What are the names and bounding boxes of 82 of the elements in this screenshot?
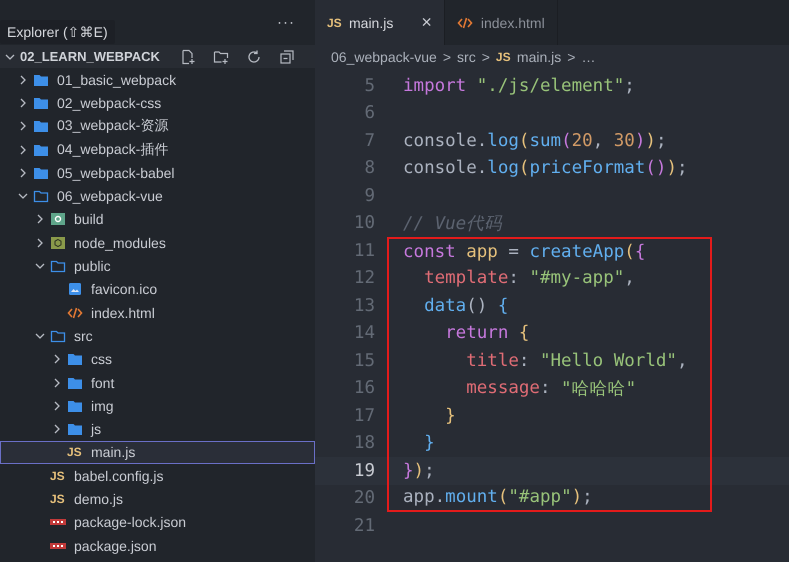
- line-number: 21: [352, 514, 375, 538]
- line-number: 8: [363, 157, 375, 180]
- folder-item[interactable]: img: [0, 394, 315, 418]
- line-number: 9: [363, 184, 375, 208]
- line-number: 13: [352, 294, 375, 318]
- file-item[interactable]: JS demo.js: [0, 487, 315, 511]
- file-item[interactable]: JS main.js: [0, 440, 315, 464]
- file-item[interactable]: index.html: [0, 300, 315, 324]
- breadcrumb-item[interactable]: 06_webpack-vue: [331, 49, 437, 65]
- folder-item[interactable]: node_modules: [0, 231, 315, 254]
- more-actions-button[interactable]: ···: [277, 14, 295, 31]
- folder-outline-icon: [50, 258, 66, 274]
- editor-tab[interactable]: JS main.js ×: [315, 0, 445, 45]
- folder-item[interactable]: css: [0, 348, 315, 371]
- folder-item[interactable]: build: [0, 208, 315, 232]
- tooltip: Explorer (⇧⌘E): [0, 20, 115, 44]
- npm-logo-icon: [50, 542, 66, 549]
- line-number: 18: [352, 432, 375, 456]
- folder-icon: [67, 351, 83, 368]
- line-number: 7: [363, 130, 375, 153]
- code-line: import "./js/element";: [402, 74, 636, 98]
- code-line: console.log(sum(20, 30));: [402, 130, 668, 153]
- image-icon: [67, 281, 83, 298]
- line-number: 19: [352, 460, 375, 483]
- file-item[interactable]: JS babel.config.js: [0, 464, 315, 488]
- breadcrumb-separator: >: [442, 49, 452, 65]
- code-line: title: "Hello World",: [387, 347, 712, 374]
- js-file-icon: JS: [67, 445, 83, 460]
- refresh-icon[interactable]: [246, 48, 262, 64]
- folder-outline-icon: [33, 188, 49, 204]
- line-number: 10: [352, 212, 375, 236]
- js-file-icon: JS: [327, 16, 343, 30]
- folder-item[interactable]: 05_webpack-babel: [0, 161, 315, 184]
- folder-item[interactable]: js: [0, 417, 315, 441]
- close-button[interactable]: ×: [421, 12, 432, 33]
- breadcrumb-item[interactable]: …: [581, 49, 596, 65]
- js-file-icon: JS: [496, 50, 512, 64]
- npm-logo-icon: [50, 519, 66, 526]
- folder-item[interactable]: 06_webpack-vue: [0, 184, 315, 208]
- line-number: 16: [352, 377, 375, 400]
- gear-folder-icon: [50, 211, 66, 228]
- breadcrumb-item[interactable]: src: [457, 49, 476, 65]
- code-line: template: "#my-app",: [387, 264, 712, 292]
- line-number: 17: [352, 404, 375, 428]
- file-item[interactable]: favicon.ico: [0, 278, 315, 301]
- code-line: const app = createApp({: [387, 237, 712, 264]
- code-line: message: "哈哈哈": [387, 374, 712, 402]
- folder-item[interactable]: 01_basic_webpack: [0, 68, 315, 92]
- code-line: // Vue代码: [402, 213, 504, 236]
- line-number: 14: [352, 322, 375, 346]
- breadcrumb-separator: >: [482, 49, 490, 65]
- folder-item[interactable]: 03_webpack-资源: [0, 114, 315, 138]
- code-line: data() {: [387, 292, 712, 320]
- folder-item[interactable]: public: [0, 254, 315, 278]
- collapse-all-icon[interactable]: [279, 48, 295, 64]
- root-folder-label: 02_LEARN_WEBPACK: [20, 49, 161, 64]
- folder-item[interactable]: 02_webpack-css: [0, 91, 315, 115]
- folder-item[interactable]: src: [0, 324, 315, 348]
- breadcrumb-separator: >: [567, 49, 576, 65]
- line-number: 5: [363, 74, 375, 98]
- file-item[interactable]: package.json: [0, 534, 315, 558]
- js-file-icon: JS: [50, 468, 66, 483]
- line-number: 20: [352, 487, 375, 510]
- file-item[interactable]: package-lock.json: [0, 510, 315, 534]
- breadcrumb-item[interactable]: JS main.js: [496, 49, 562, 65]
- new-file-icon[interactable]: [180, 48, 196, 64]
- hexagon-folder-icon: [50, 234, 66, 251]
- code-line: app.mount("#app");: [387, 484, 712, 512]
- js-file-icon: JS: [50, 492, 66, 506]
- folder-icon: [33, 118, 49, 134]
- folder-item[interactable]: 04_webpack-插件: [0, 138, 315, 162]
- line-number: 15: [352, 350, 375, 373]
- line-number: 12: [352, 267, 375, 290]
- code-line: console.log(priceFormat());: [402, 157, 689, 180]
- new-folder-icon[interactable]: [213, 48, 229, 64]
- line-number: 11: [352, 240, 375, 263]
- folder-item[interactable]: font: [0, 370, 315, 394]
- line-number: 6: [363, 102, 375, 126]
- code-line: return {: [387, 320, 712, 347]
- code-line: });: [387, 457, 712, 484]
- folder-icon: [67, 421, 83, 438]
- code-line: }: [387, 402, 712, 430]
